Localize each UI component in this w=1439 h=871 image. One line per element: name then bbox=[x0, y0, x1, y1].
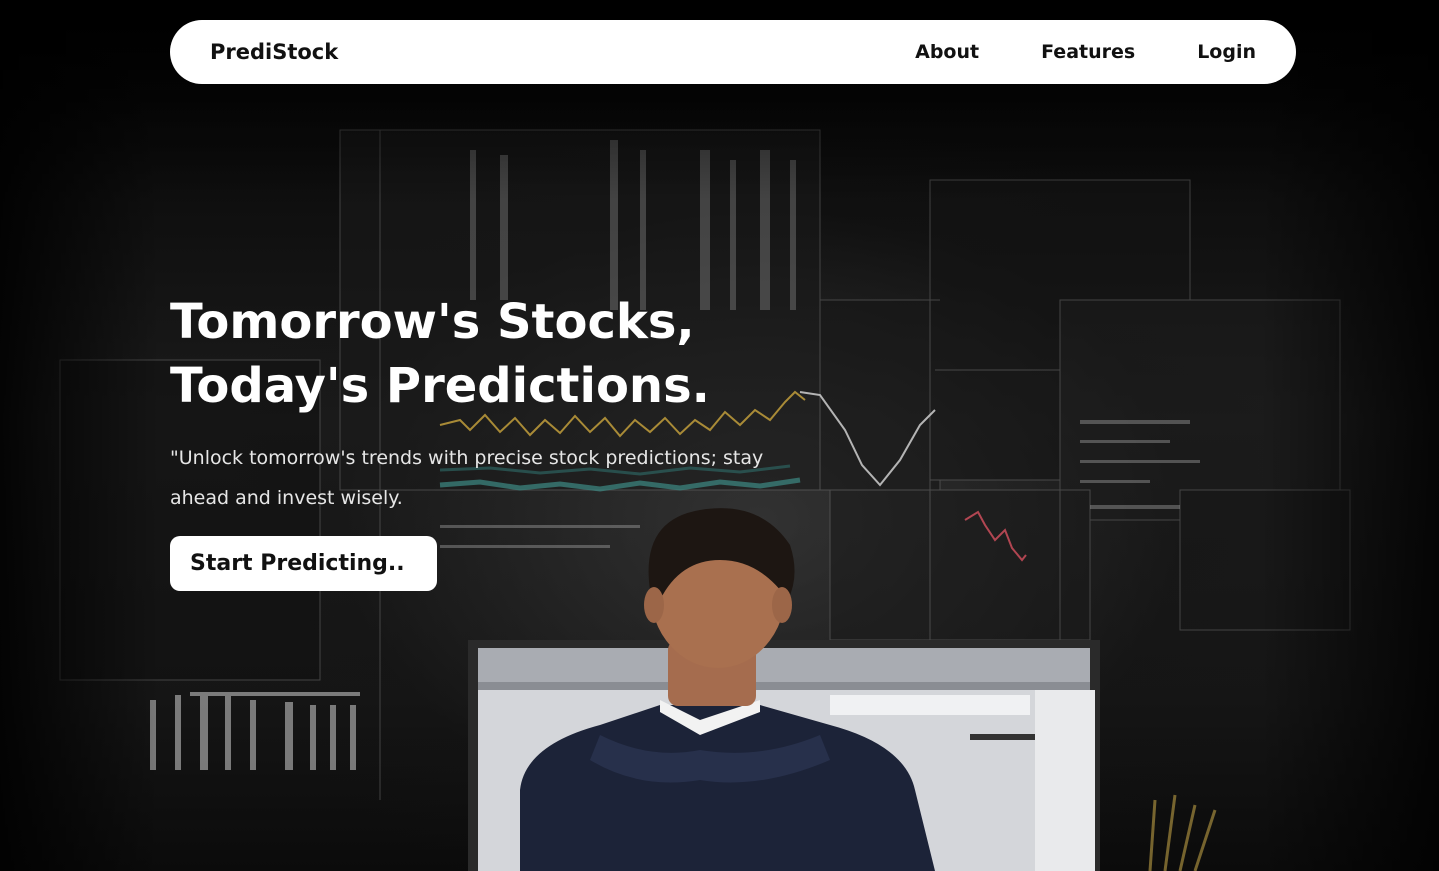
hero-title-line2: Today's Predictions. bbox=[170, 358, 710, 414]
hero-title-line1: Tomorrow's Stocks, bbox=[170, 294, 695, 350]
nav-links: About Features Login bbox=[915, 41, 1256, 63]
top-navbar: PrediStock About Features Login bbox=[170, 20, 1296, 84]
nav-link-login[interactable]: Login bbox=[1197, 41, 1256, 63]
start-predicting-button[interactable]: Start Predicting.. bbox=[170, 536, 437, 591]
hero-subtitle: "Unlock tomorrow's trends with precise s… bbox=[170, 447, 764, 509]
hero-section: Tomorrow's Stocks, Today's Predictions. … bbox=[170, 290, 870, 591]
landing-page: PrediStock About Features Login Tomorrow… bbox=[0, 0, 1439, 871]
hero-title: Tomorrow's Stocks, Today's Predictions. bbox=[170, 290, 870, 418]
brand-logo[interactable]: PrediStock bbox=[210, 40, 338, 64]
nav-link-about[interactable]: About bbox=[915, 41, 979, 63]
nav-link-features[interactable]: Features bbox=[1041, 41, 1135, 63]
